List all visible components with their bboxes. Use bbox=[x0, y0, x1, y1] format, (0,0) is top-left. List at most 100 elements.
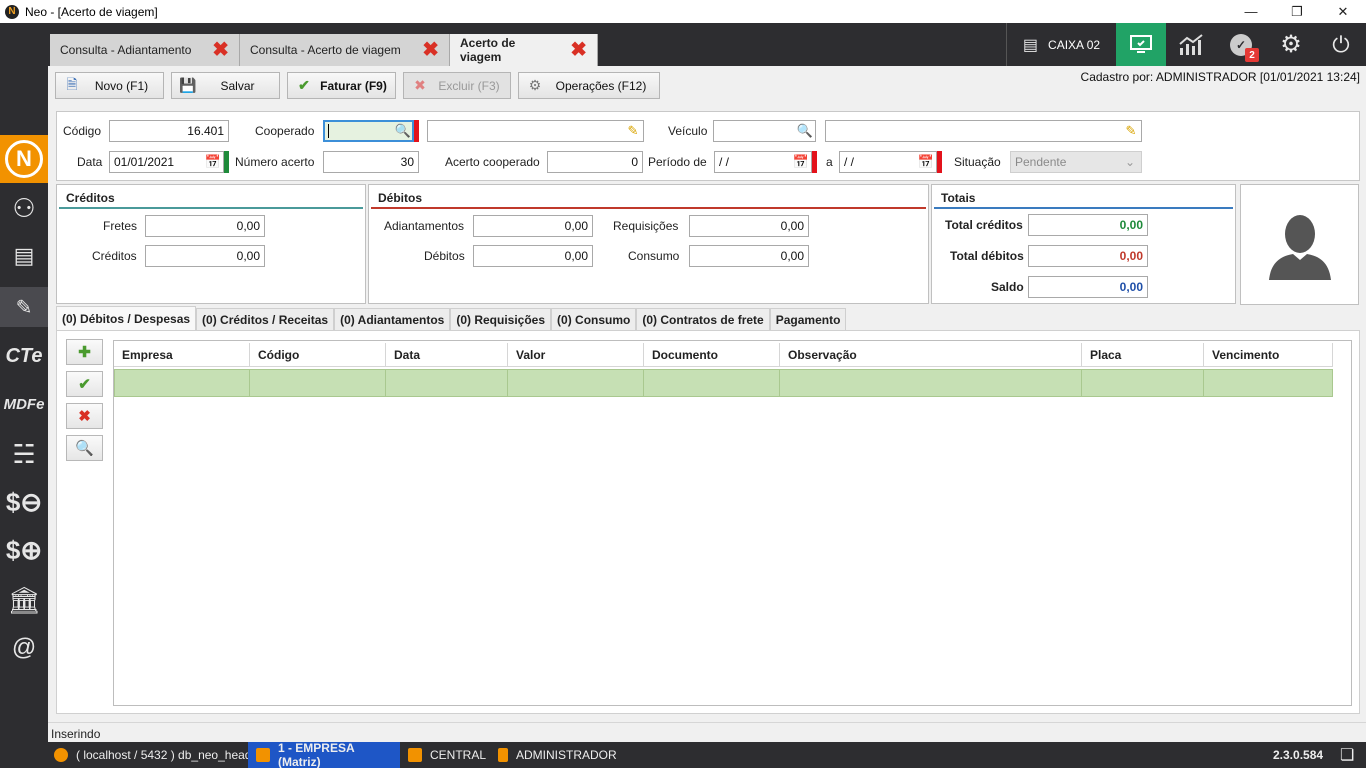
creditos-field[interactable]: 0,00 bbox=[145, 245, 265, 267]
database-indicator[interactable]: ( localhost / 5432 ) db_neo_head bbox=[54, 742, 251, 768]
user-label: ADMINISTRADOR bbox=[516, 748, 617, 762]
search-row-button[interactable]: 🔍 bbox=[66, 435, 103, 461]
requisicoes-field[interactable]: 0,00 bbox=[689, 215, 809, 237]
column-header-data[interactable]: Data bbox=[386, 343, 508, 367]
salvar-label: Salvar bbox=[220, 78, 255, 93]
tab-requisicoes[interactable]: (0) Requisições bbox=[450, 308, 552, 330]
tab-creditos-receitas[interactable]: (0) Créditos / Receitas bbox=[196, 308, 335, 330]
tasks-button[interactable]: ✓ 2 bbox=[1216, 23, 1266, 66]
calendar-icon[interactable]: 📅 bbox=[203, 152, 223, 172]
settings-button[interactable]: ⚙ bbox=[1266, 23, 1316, 66]
calendar-icon[interactable]: 📅 bbox=[791, 152, 811, 172]
column-header-codigo[interactable]: Código bbox=[250, 343, 386, 367]
close-tab-icon[interactable]: ✖ bbox=[212, 40, 229, 60]
situacao-select[interactable]: Pendente ⌄ bbox=[1010, 151, 1142, 173]
edit-pencil-icon[interactable]: ✎ bbox=[623, 121, 643, 141]
tab-consulta-adiantamento[interactable]: Consulta - Adiantamento ✖ bbox=[50, 34, 240, 66]
column-header-empresa[interactable]: Empresa bbox=[114, 343, 250, 367]
fretes-field[interactable]: 0,00 bbox=[145, 215, 265, 237]
column-header-placa[interactable]: Placa bbox=[1082, 343, 1204, 367]
operacoes-label: Operações (F12) bbox=[555, 78, 647, 93]
sidebar-item-contas-receber[interactable]: $⊕ bbox=[0, 530, 48, 570]
operacoes-button[interactable]: ⚙ Operações (F12) bbox=[518, 72, 660, 99]
close-tab-icon[interactable]: ✖ bbox=[422, 40, 439, 60]
central-indicator[interactable]: CENTRAL bbox=[408, 742, 486, 768]
excluir-button[interactable]: ✖ Excluir (F3) bbox=[403, 72, 511, 99]
app-logo-icon: N bbox=[5, 4, 19, 19]
veiculo-name-input[interactable] bbox=[825, 120, 1142, 142]
debitos-grid: Empresa Código Data Valor Documento Obse… bbox=[113, 340, 1352, 706]
sidebar-item-cte[interactable]: CTe bbox=[0, 336, 48, 376]
monitor-button[interactable] bbox=[1116, 23, 1166, 66]
tab-acerto-viagem[interactable]: Acerto de viagem ✖ bbox=[450, 34, 598, 66]
network-icon bbox=[408, 748, 422, 762]
sidebar-item-cooperados[interactable]: ⚇ bbox=[0, 188, 48, 228]
sidebar-item-mdfe[interactable]: MDFe bbox=[0, 384, 48, 424]
sidebar-item-compras[interactable]: ☵ bbox=[0, 434, 48, 474]
text-cursor bbox=[328, 124, 329, 138]
codigo-field[interactable]: 16.401 bbox=[109, 120, 229, 142]
salvar-button[interactable]: 💾 Salvar bbox=[171, 72, 280, 99]
sidebar-home-logo[interactable]: N bbox=[0, 135, 48, 183]
sidebar-item-bancos[interactable]: 🏛 bbox=[0, 580, 48, 620]
tab-pagamento[interactable]: Pagamento bbox=[769, 308, 847, 330]
saldo-label: Saldo bbox=[991, 280, 1024, 294]
sidebar-item-acerto[interactable]: ✎ bbox=[0, 287, 48, 327]
table-cell[interactable] bbox=[780, 369, 1082, 397]
tab-consulta-acerto[interactable]: Consulta - Acerto de viagem ✖ bbox=[240, 34, 450, 66]
caixa-indicator[interactable]: ▤ CAIXA 02 bbox=[1006, 23, 1116, 66]
confirm-row-button[interactable]: ✔ bbox=[66, 371, 103, 397]
tab-debitos-despesas[interactable]: (0) Débitos / Despesas bbox=[56, 306, 197, 330]
tab-contratos-frete[interactable]: (0) Contratos de frete bbox=[636, 308, 770, 330]
empresa-indicator[interactable]: 1 - EMPRESA (Matriz) bbox=[248, 741, 400, 768]
edit-pencil-icon[interactable]: ✎ bbox=[1121, 121, 1141, 141]
calendar-icon[interactable]: 📅 bbox=[916, 152, 936, 172]
chart-icon bbox=[1179, 33, 1203, 55]
notification-count: 2 bbox=[1245, 48, 1259, 62]
reports-button[interactable] bbox=[1166, 23, 1216, 66]
gear-icon: ⚙ bbox=[1280, 31, 1302, 58]
table-cell[interactable] bbox=[114, 369, 250, 397]
table-cell[interactable] bbox=[1082, 369, 1204, 397]
consumo-field[interactable]: 0,00 bbox=[689, 245, 809, 267]
acerto-cooperado-field[interactable]: 0 bbox=[547, 151, 643, 173]
search-icon[interactable]: 🔍 bbox=[393, 121, 413, 141]
restore-button[interactable]: ❐ bbox=[1274, 0, 1320, 23]
tab-adiantamentos[interactable]: (0) Adiantamentos bbox=[334, 308, 451, 330]
delete-row-button[interactable]: ✖ bbox=[66, 403, 103, 429]
sidebar-item-adiantamento[interactable]: ▤ bbox=[0, 236, 48, 276]
form-panel bbox=[56, 111, 1360, 181]
minimize-button[interactable]: — bbox=[1228, 0, 1274, 23]
numero-acerto-label: Número acerto bbox=[235, 155, 315, 169]
adiantamentos-field[interactable]: 0,00 bbox=[473, 215, 593, 237]
user-indicator[interactable]: ADMINISTRADOR bbox=[498, 742, 617, 768]
close-window-button[interactable]: ✕ bbox=[1320, 0, 1366, 23]
column-header-vencimento[interactable]: Vencimento bbox=[1204, 343, 1333, 367]
table-cell[interactable] bbox=[644, 369, 780, 397]
search-icon[interactable]: 🔍 bbox=[795, 121, 815, 141]
sidebar-item-contatos[interactable]: @ bbox=[0, 628, 48, 668]
column-header-observacao[interactable]: Observação bbox=[780, 343, 1082, 367]
cooperado-name-input[interactable] bbox=[427, 120, 644, 142]
photo-box[interactable] bbox=[1240, 184, 1359, 305]
table-cell[interactable] bbox=[386, 369, 508, 397]
debitos-field[interactable]: 0,00 bbox=[473, 245, 593, 267]
tab-consumo[interactable]: (0) Consumo bbox=[551, 308, 637, 330]
faturar-button[interactable]: ✔ Faturar (F9) bbox=[287, 72, 396, 99]
numero-acerto-field[interactable]: 30 bbox=[323, 151, 419, 173]
close-tab-icon[interactable]: ✖ bbox=[570, 40, 587, 60]
sidebar-item-contas-pagar[interactable]: $⊖ bbox=[0, 482, 48, 522]
cash-register-icon: ▤ bbox=[1022, 36, 1039, 54]
column-header-documento[interactable]: Documento bbox=[644, 343, 780, 367]
novo-button[interactable]: 🗎 Novo (F1) bbox=[55, 72, 164, 99]
windows-icon[interactable]: ❏ bbox=[1340, 742, 1354, 768]
column-header-valor[interactable]: Valor bbox=[508, 343, 644, 367]
creditos-label: Créditos bbox=[92, 249, 137, 263]
table-cell[interactable] bbox=[508, 369, 644, 397]
add-row-button[interactable]: ✚ bbox=[66, 339, 103, 365]
section-divider bbox=[371, 207, 926, 209]
power-button[interactable]: ⏻ bbox=[1316, 23, 1366, 66]
chevron-down-icon: ⌄ bbox=[1124, 155, 1135, 169]
required-marker bbox=[812, 151, 817, 173]
table-cell[interactable] bbox=[250, 369, 386, 397]
